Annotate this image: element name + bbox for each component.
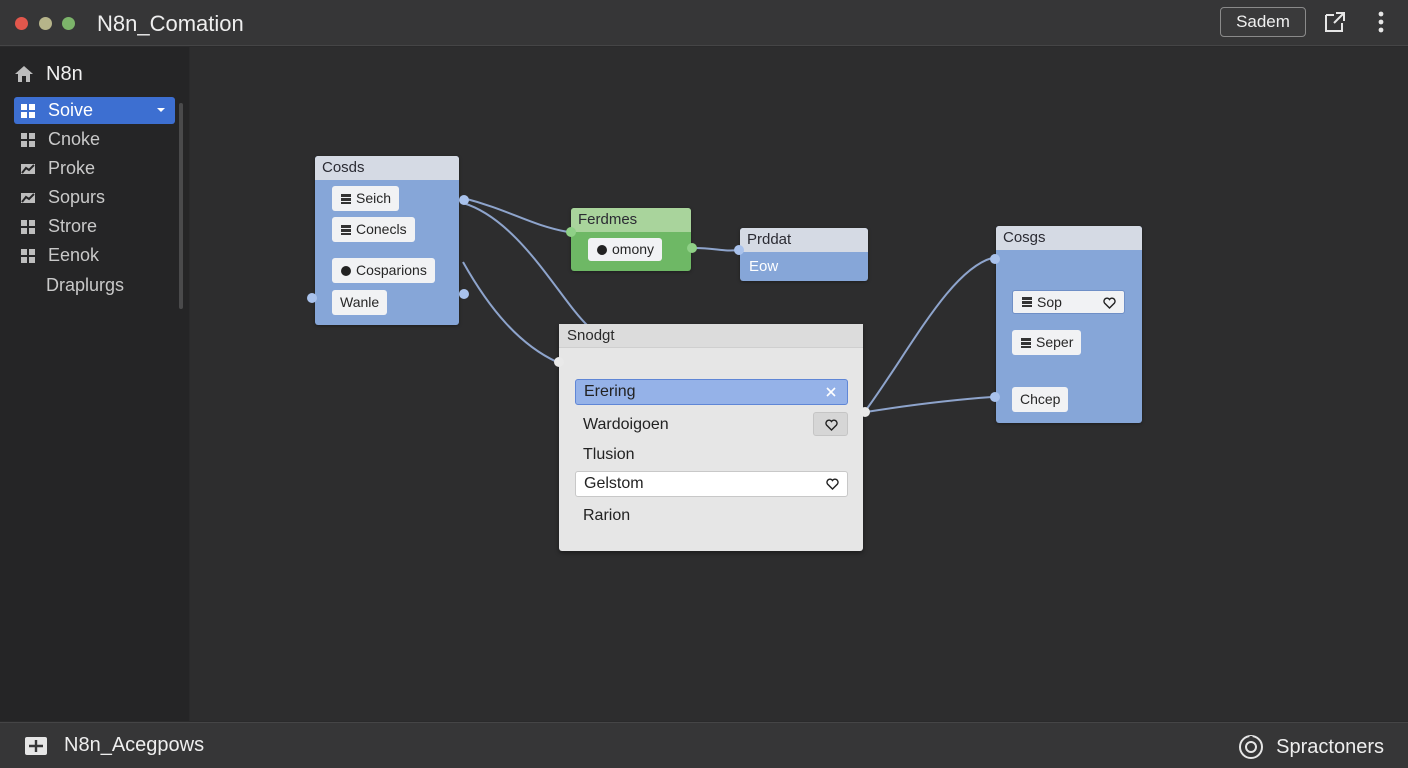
stack-icon [341,193,351,204]
sidebar-item-label: Proke [48,158,96,178]
node-prddat[interactable]: Prddat Eow [734,228,868,281]
minimize-window-button[interactable] [39,17,52,30]
selected-field[interactable]: Erering [575,379,848,405]
node-chip[interactable]: Seper [1012,330,1082,355]
sidebar-item-label: Sopurs [48,187,106,207]
sidebar-item-label: Strore [48,216,98,236]
sidebar-item-cnoke[interactable]: Cnoke [14,126,175,153]
sidebar-home[interactable]: N8n [14,62,83,86]
chip-label: Wanle [340,294,380,310]
sidebar-item-label: Soive [48,100,94,120]
sidebar-item-strore[interactable]: Strore [14,213,175,240]
input-port[interactable] [990,254,1000,264]
panel-option[interactable]: Tlusion [583,446,635,464]
dot-icon [597,244,607,255]
sidebar-item-label: Eenok [48,245,100,265]
chip-label: Seich [356,190,392,206]
node-body-text: Eow [749,258,779,275]
node-chip[interactable]: omony [588,238,663,261]
chip-label: Conecls [356,221,407,237]
primary-action-button[interactable]: Sadem [1220,7,1306,37]
sidebar-item-eenok[interactable]: Eenok [14,242,175,269]
settings-icon [1239,735,1264,759]
chip-label: omony [612,241,655,257]
input-port[interactable] [734,245,744,255]
sidebar-item-soive[interactable]: Soive [14,97,175,124]
node-title: Ferdmes [571,208,691,232]
status-bar: N8n_Acegpows Spractoners [0,722,1408,768]
chart-icon [21,192,35,203]
grid-icon [21,219,35,234]
grid-icon [21,248,35,263]
select-value: Gelstom [584,475,644,492]
selected-field-label: Erering [584,383,636,400]
grid-icon [21,103,35,118]
export-icon[interactable] [1322,9,1348,35]
input-port[interactable] [307,293,317,303]
sidebar-scrollbar[interactable] [179,103,183,309]
panel-option[interactable]: Wardoigoen [583,416,669,434]
heart-icon[interactable] [826,478,839,490]
home-icon [15,66,33,82]
input-port[interactable] [990,392,1000,402]
sidebar: N8n Soive Cnoke Proke Sopurs Strore Eeno… [0,47,189,721]
stack-icon [1022,297,1032,307]
node-title: Cosds [315,156,459,180]
sidebar-item-label: Draplurgs [46,275,125,295]
chip-label: Sop [1037,294,1062,310]
node-chip[interactable]: Seich [332,186,400,211]
stack-icon [341,224,351,235]
sidebar-item-label: Cnoke [48,129,101,149]
node-cosgs[interactable]: Cosgs Sop Seper Chcep [990,226,1142,423]
window-title: N8n_Comation [97,11,244,36]
status-left-label: N8n_Acegpows [64,734,205,756]
output-port[interactable] [687,243,697,253]
kebab-icon[interactable] [1370,9,1392,35]
maximize-window-button[interactable] [62,17,75,30]
node-title: Prddat [740,228,868,252]
output-port[interactable] [459,195,469,205]
close-window-button[interactable] [15,17,28,30]
output-port[interactable] [860,407,870,417]
close-icon[interactable] [825,386,837,398]
favorite-button[interactable] [813,412,848,436]
node-ferdmes[interactable]: Ferdmes omony [566,208,697,271]
title-bar: N8n_Comation Sadem [0,0,1408,46]
chevron-down-icon[interactable] [156,106,166,114]
node-chip[interactable]: Sop [1012,290,1125,314]
add-workflow-icon [25,736,47,755]
chart-icon [21,163,35,174]
heart-icon [825,419,838,431]
node-chip[interactable]: Wanle [332,290,388,315]
node-cosds[interactable]: Cosds Seich Conecls Cosparions Wanle [307,156,469,325]
output-port[interactable] [459,289,469,299]
sidebar-home-label: N8n [46,62,83,85]
node-chip[interactable]: Conecls [332,217,415,242]
stack-icon [1021,337,1031,348]
heart-icon[interactable] [1103,297,1116,309]
node-chip[interactable]: Chcep [1012,387,1069,412]
chip-label: Seper [1036,334,1074,350]
chip-label: Chcep [1020,391,1061,407]
input-port[interactable] [554,357,564,367]
panel-select[interactable]: Gelstom [575,471,848,497]
chip-label: Cosparions [356,262,427,278]
sidebar-item-proke[interactable]: Proke [14,155,175,182]
node-title: Cosgs [996,226,1142,250]
workflows-button[interactable]: N8n_Acegpows [24,734,204,757]
settings-button[interactable]: Spractoners [1238,734,1384,760]
panel-title: Snodgt [559,324,863,348]
dot-icon [341,265,351,276]
node-chip[interactable]: Cosparions [332,258,435,283]
node-settings-panel[interactable]: Snodgt Erering Wardoigoen Tlusion Gelsto… [554,324,870,551]
input-port[interactable] [566,227,576,237]
status-right-label: Spractoners [1276,735,1384,758]
panel-option[interactable]: Rarion [583,507,630,525]
sidebar-item-sopurs[interactable]: Sopurs [14,184,175,211]
grid-icon [21,132,35,147]
sidebar-item-draplurgs[interactable]: Draplurgs [14,272,175,299]
